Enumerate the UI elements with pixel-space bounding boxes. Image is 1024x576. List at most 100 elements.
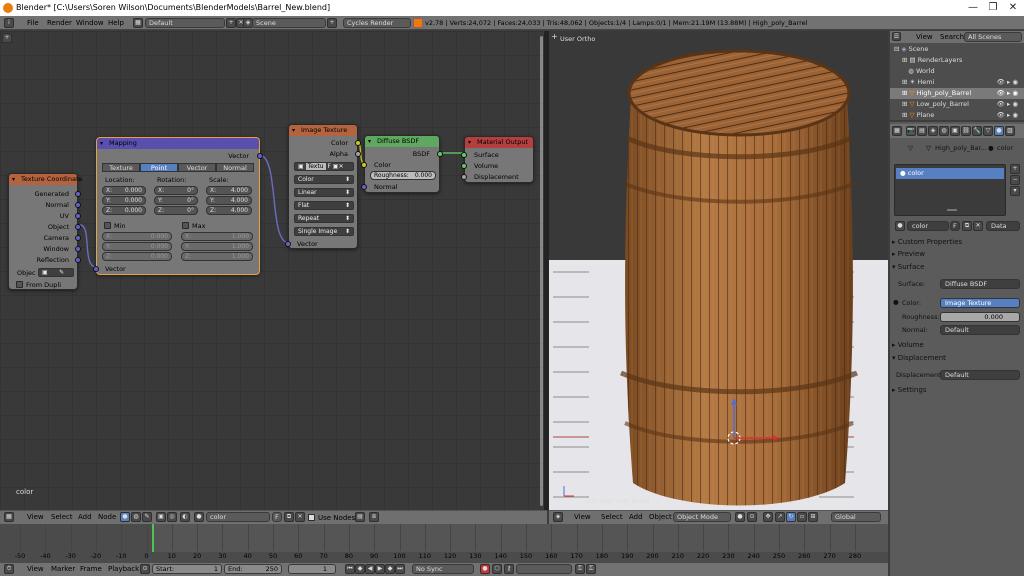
menu-file[interactable]: File	[27, 19, 39, 27]
diffuse-roughness-field[interactable]: Roughness: 0.000	[370, 171, 436, 180]
maximize-button[interactable]: ❐	[986, 1, 1000, 14]
jump-start-icon[interactable]: ⏮	[345, 564, 355, 574]
mapping-node[interactable]: Mapping Vector Texture Point Vector Norm…	[93, 137, 263, 275]
diffuse-bsdf-socket[interactable]	[437, 151, 443, 157]
image-vector-socket[interactable]	[285, 241, 291, 247]
texcoord-reflection-socket[interactable]	[75, 257, 81, 263]
translate-icon[interactable]: ↗	[775, 512, 785, 522]
material-browse-icon[interactable]: ●	[194, 512, 204, 522]
keying-set-field[interactable]	[516, 564, 572, 574]
outliner-menu-view[interactable]: View	[916, 33, 933, 41]
node-editor-scrollbar[interactable]	[540, 36, 543, 506]
world-nodes-icon[interactable]: ◍	[131, 512, 141, 522]
outliner-display-mode[interactable]: All Scenes	[964, 32, 1022, 42]
shader-nodes-icon[interactable]: ●	[120, 512, 130, 522]
max-x-field[interactable]: X: 1.000	[181, 232, 253, 241]
node-menu-add[interactable]: Add	[78, 513, 92, 521]
screen-layout-field[interactable]: Default	[145, 18, 225, 28]
outliner-item-scene[interactable]: ⊟ ◈ Scene	[890, 44, 1024, 55]
play-reverse-icon[interactable]: ◀	[365, 564, 375, 574]
section-displacement[interactable]: ▾ Displacement	[892, 353, 1022, 364]
record-icon[interactable]: ●	[480, 564, 490, 574]
material-add-icon[interactable]: ⧉	[284, 512, 294, 522]
add-layout-icon[interactable]: +	[226, 18, 236, 28]
outliner-item-hemi[interactable]: ⊞ ☀ Hemi 👁 ▸ ◉	[890, 77, 1024, 88]
node-menu-select[interactable]: Select	[51, 513, 73, 521]
texture-coordinate-node[interactable]: Texture Coordinate Generated Normal UV O…	[8, 173, 83, 290]
rotation-x-field[interactable]: X: 0°	[154, 186, 198, 195]
roughness-input-field[interactable]: 0.000	[940, 312, 1020, 322]
outliner-item-plane[interactable]: ⊞ ▽ Plane 👁 ▸ ◉	[890, 110, 1024, 121]
outliner-item-world[interactable]: ◍ World	[890, 66, 1024, 77]
material-link-select[interactable]: Data	[986, 221, 1020, 231]
location-y-field[interactable]: Y: 0.000	[102, 196, 146, 205]
surface-socket[interactable]	[461, 152, 467, 158]
outliner-item-low-poly-barrel[interactable]: ⊞ ▽ Low_poly_Barrel 👁 ▸ ◉	[890, 99, 1024, 110]
scale-icon[interactable]: ▫	[797, 512, 807, 522]
texcoord-window-socket[interactable]	[75, 246, 81, 252]
material-name-field[interactable]: color	[206, 512, 270, 522]
image-datablock-field[interactable]: ▣ Textu F ▣✕	[294, 162, 354, 171]
outliner-item-high-poly-barrel[interactable]: ⊞ ▽ High_poly_Barrel 👁 ▸ ◉	[890, 88, 1024, 99]
max-y-field[interactable]: Y: 1.000	[181, 242, 253, 251]
constraints-tab-icon[interactable]: ⛓	[961, 126, 971, 136]
material-unlink-icon[interactable]: ✕	[973, 221, 983, 231]
material-output-node[interactable]: Material Output Surface Volume Displacem…	[461, 136, 534, 183]
material-unlink-icon[interactable]: ✕	[295, 512, 305, 522]
timeline[interactable]: -50 -40 -30 -20 -10 0 10 20 30 40 50 60 70 80 90 100 110…	[0, 524, 888, 564]
min-checkbox[interactable]	[104, 222, 111, 229]
node-editor[interactable]: + color Texture Coordinate Generated Nor…	[0, 31, 544, 510]
normal-input-select[interactable]: Default	[940, 325, 1020, 335]
vp-menu-object[interactable]: Object	[649, 513, 672, 521]
material-fake-user-button[interactable]: F	[950, 221, 960, 231]
tl-menu-view[interactable]: View	[27, 565, 44, 573]
interaction-mode-select[interactable]: Object Mode	[673, 512, 731, 522]
material-slot-icon[interactable]: ◐	[180, 512, 190, 522]
hemi-visibility-icons[interactable]: 👁 ▸ ◉	[997, 77, 1018, 88]
plane-visibility-icons[interactable]: 👁 ▸ ◉	[997, 110, 1018, 121]
delete-keyframe-icon[interactable]: ⚿	[586, 564, 596, 574]
source-select[interactable]: Single Image ⬍	[294, 227, 354, 236]
diffuse-normal-socket[interactable]	[361, 184, 367, 190]
snap-icon[interactable]: ⧈	[369, 512, 379, 522]
orientation-select[interactable]: Global	[831, 512, 881, 522]
properties-editor[interactable]: ▦ 📷 ▤ ◈ ◍ ▣ ⛓ 🔧 ▽ ● ▨ ▽ ▽ High_poly_Bar.…	[890, 122, 1024, 576]
section-custom-properties[interactable]: ▸ Custom Properties	[892, 237, 1022, 248]
breadcrumb-material[interactable]: color	[997, 144, 1013, 152]
rotation-y-field[interactable]: Y: 0°	[154, 196, 198, 205]
diffuse-color-socket[interactable]	[361, 162, 367, 168]
close-button[interactable]: ✕	[1006, 1, 1020, 14]
image-alpha-socket[interactable]	[355, 151, 361, 157]
current-frame-field[interactable]: 1	[288, 564, 336, 574]
menu-render[interactable]: Render	[47, 19, 72, 27]
volume-socket[interactable]	[461, 163, 467, 169]
texcoord-normal-socket[interactable]	[75, 202, 81, 208]
max-checkbox[interactable]	[182, 222, 189, 229]
image-texture-node[interactable]: Image Texture Color Alpha ▣ Textu F ▣✕ C…	[285, 124, 361, 249]
rotation-z-field[interactable]: Z: 0°	[154, 206, 198, 215]
object-tab-icon[interactable]: ▣	[950, 126, 960, 136]
remove-slot-icon[interactable]: −	[1010, 175, 1020, 185]
data-tab-icon[interactable]: ▽	[983, 126, 993, 136]
location-z-field[interactable]: Z: 0.000	[102, 206, 146, 215]
interpolation-select[interactable]: Linear ⬍	[294, 188, 354, 197]
location-x-field[interactable]: X: 0.000	[102, 186, 146, 195]
menu-window[interactable]: Window	[76, 19, 104, 27]
image-fake-user[interactable]: F	[327, 163, 330, 170]
material-fake-user[interactable]: F	[272, 512, 282, 522]
shading-mode-icon[interactable]: ●	[735, 512, 745, 522]
jump-key-forward-icon[interactable]: ◆	[385, 564, 395, 574]
min-x-field[interactable]: X: 0.000	[102, 232, 172, 241]
material-slot-item[interactable]: ● color	[896, 168, 1004, 179]
texcoord-object-socket[interactable]	[75, 224, 81, 230]
slot-specials-icon[interactable]: ▾	[1010, 186, 1020, 196]
color-input-select[interactable]: Image Texture	[940, 298, 1020, 308]
start-frame-field[interactable]: Start: 1	[152, 564, 222, 574]
displacement-socket[interactable]	[461, 174, 467, 180]
manipulator-icon[interactable]: ✥	[763, 512, 773, 522]
displacement-input-select[interactable]: Default	[940, 370, 1020, 380]
layers-tab-icon[interactable]: ▤	[917, 126, 927, 136]
mapping-tab-point[interactable]: Point	[140, 163, 178, 172]
properties-type-icon[interactable]: ▦	[892, 126, 902, 136]
add-slot-icon[interactable]: +	[1010, 164, 1020, 174]
